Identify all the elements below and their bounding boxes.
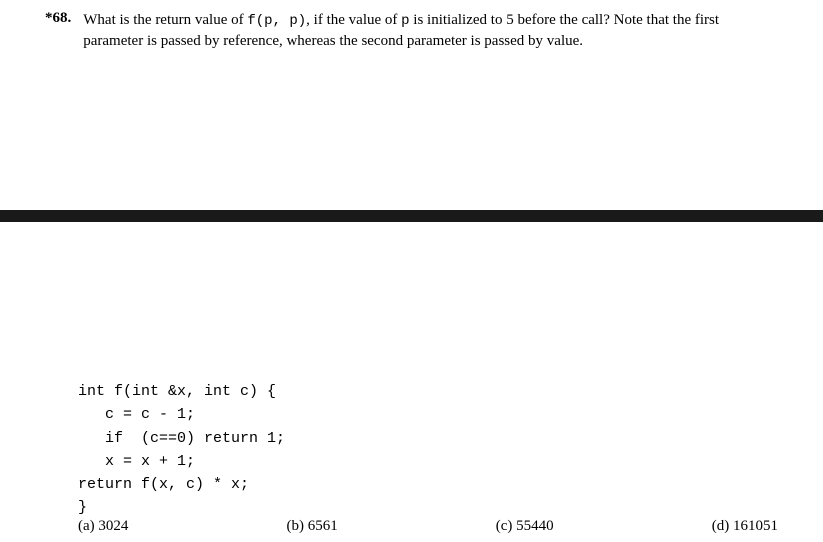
question-header: *68. What is the return value of f(p, p)… xyxy=(0,0,823,51)
code-line-5: return f(x, c) * x; xyxy=(78,476,249,493)
question-number: *68. xyxy=(45,10,71,27)
option-c: (c) 55440 xyxy=(496,518,554,535)
inline-code-p: p xyxy=(401,13,409,29)
inline-code-fpp: f(p, p) xyxy=(247,13,306,29)
page-separator xyxy=(0,210,823,222)
question-text-part1: What is the return value of xyxy=(83,12,247,28)
answer-options: (a) 3024 (b) 6561 (c) 55440 (d) 161051 xyxy=(78,518,778,535)
code-line-4: x = x + 1; xyxy=(78,453,195,470)
code-line-6: } xyxy=(78,499,87,516)
code-line-3: if (c==0) return 1; xyxy=(78,430,285,447)
option-d: (d) 161051 xyxy=(712,518,778,535)
option-a: (a) 3024 xyxy=(78,518,128,535)
option-b: (b) 6561 xyxy=(286,518,337,535)
code-line-2: c = c - 1; xyxy=(78,406,195,423)
question-text-part2: , if the value of xyxy=(306,12,401,28)
code-line-1: int f(int &x, int c) { xyxy=(78,383,276,400)
code-block: int f(int &x, int c) { c = c - 1; if (c=… xyxy=(78,380,285,520)
question-text: What is the return value of f(p, p), if … xyxy=(83,10,778,51)
